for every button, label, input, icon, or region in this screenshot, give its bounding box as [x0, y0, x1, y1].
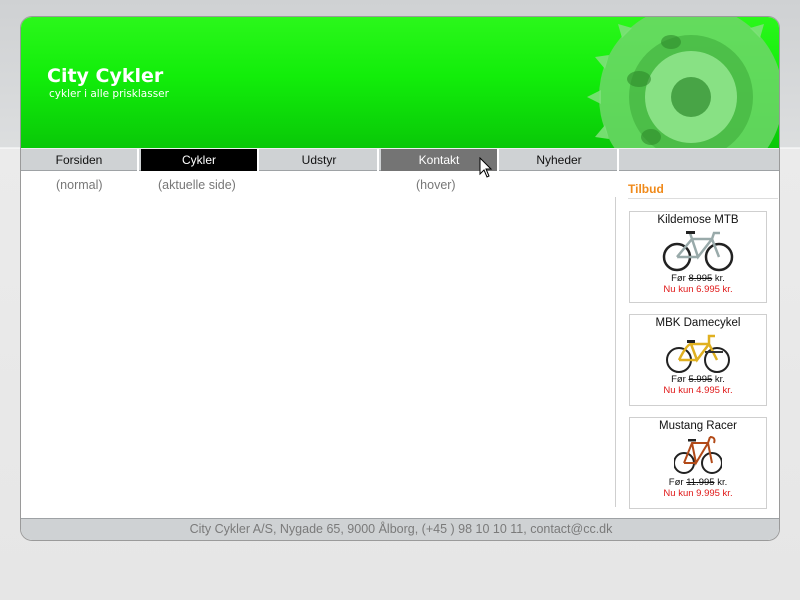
- nav-item-forsiden[interactable]: Forsiden: [21, 149, 139, 171]
- state-note-normal: (normal): [56, 178, 103, 192]
- offer-name[interactable]: Mustang Racer: [630, 420, 766, 432]
- site-title[interactable]: City Cykler: [47, 65, 163, 87]
- main-navigation: Forsiden Cykler Udstyr Kontakt Nyheder: [21, 148, 779, 171]
- sidebar-divider: [615, 197, 616, 507]
- site-container: City Cykler cykler i alle prisklasser Fo…: [20, 16, 780, 541]
- racer-bike-icon[interactable]: [674, 433, 722, 477]
- offer-name[interactable]: MBK Damecykel: [630, 317, 766, 329]
- offer-old-price: Før 8.995 kr.: [671, 273, 725, 284]
- mountain-bike-icon[interactable]: [662, 227, 734, 273]
- offer-card[interactable]: MBK Damecykel Før 5.995 kr. Nu kun 4.995…: [629, 314, 767, 406]
- offer-old-price: Før 5.995 kr.: [671, 374, 725, 385]
- offer-old-price: Før 11.995 kr.: [668, 477, 728, 488]
- sidebar-title: Tilbud: [628, 182, 778, 199]
- mouse-cursor-icon: [479, 157, 493, 178]
- site-tagline: cykler i alle prisklasser: [49, 88, 169, 100]
- offer-new-price: Nu kun 9.995 kr.: [663, 488, 733, 499]
- header-banner: City Cykler cykler i alle prisklasser: [21, 17, 779, 148]
- nav-item-nyheder[interactable]: Nyheder: [501, 149, 619, 171]
- state-note-hover: (hover): [416, 178, 456, 192]
- offer-new-price: Nu kun 4.995 kr.: [663, 385, 733, 396]
- state-note-current: (aktuelle side): [158, 178, 236, 192]
- offer-name[interactable]: Kildemose MTB: [630, 214, 766, 226]
- offer-card[interactable]: Kildemose MTB Før 8.995 kr. Nu kun 6.995…: [629, 211, 767, 303]
- chainring-gear-icon: [587, 17, 779, 148]
- nav-item-cykler[interactable]: Cykler: [141, 149, 259, 171]
- city-bike-icon[interactable]: [665, 330, 731, 374]
- nav-item-udstyr[interactable]: Udstyr: [261, 149, 379, 171]
- offer-card[interactable]: Mustang Racer Før 11.995 kr. Nu kun 9.99…: [629, 417, 767, 509]
- offer-new-price: Nu kun 6.995 kr.: [663, 284, 733, 295]
- footer-contact: City Cykler A/S, Nygade 65, 9000 Ålborg,…: [21, 518, 779, 540]
